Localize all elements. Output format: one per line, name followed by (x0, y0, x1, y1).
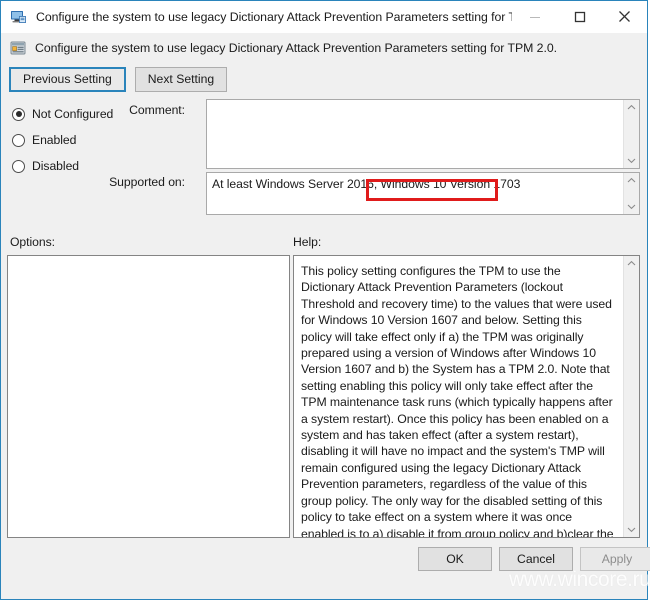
cancel-button[interactable]: Cancel (499, 547, 573, 571)
scroll-up-icon[interactable] (625, 175, 638, 186)
top-form-region: Not Configured Enabled Disabled Comment: (1, 96, 647, 230)
policy-setting-icon (10, 40, 26, 56)
scroll-up-icon[interactable] (625, 102, 638, 113)
scroll-up-icon[interactable] (625, 258, 638, 269)
help-panel-text: This policy setting configures the TPM t… (294, 256, 623, 537)
scroll-down-icon[interactable] (625, 201, 638, 212)
help-panel-scrollbar[interactable] (623, 256, 639, 537)
radio-enabled-label: Enabled (32, 133, 76, 147)
radio-disabled-mark[interactable] (12, 160, 25, 173)
window-controls (512, 1, 647, 33)
help-section-label: Help: (293, 235, 321, 249)
options-panel[interactable] (7, 255, 290, 538)
section-labels-row: Options: Help: (1, 230, 647, 255)
maximize-button[interactable] (557, 1, 602, 32)
next-setting-button[interactable]: Next Setting (135, 67, 227, 92)
policy-header-row: Configure the system to use legacy Dicti… (1, 33, 647, 62)
apply-button[interactable]: Apply (580, 547, 650, 571)
supported-on-scrollbar[interactable] (623, 173, 639, 214)
minimize-button[interactable] (512, 1, 557, 32)
comment-label: Comment: (105, 103, 185, 117)
radio-not-configured-mark[interactable] (12, 108, 25, 121)
help-panel: This policy setting configures the TPM t… (293, 255, 640, 538)
policy-header-title: Configure the system to use legacy Dicti… (35, 41, 557, 55)
supported-on-label: Supported on: (95, 175, 185, 189)
supported-on-value: At least Windows Server 2016, Windows 10… (207, 173, 623, 214)
window-title: Configure the system to use legacy Dicti… (36, 10, 512, 24)
radio-not-configured-label: Not Configured (32, 107, 113, 121)
options-panel-content (8, 256, 289, 537)
ok-button[interactable]: OK (418, 547, 492, 571)
comment-scrollbar[interactable] (623, 100, 639, 168)
radio-enabled-mark[interactable] (12, 134, 25, 147)
options-section-label: Options: (10, 235, 55, 249)
previous-setting-button[interactable]: Previous Setting (9, 67, 126, 92)
supported-on-field: At least Windows Server 2016, Windows 10… (206, 172, 640, 215)
radio-disabled-label: Disabled (32, 159, 79, 173)
dialog-footer: OK Cancel Apply (1, 538, 647, 588)
scroll-down-icon[interactable] (625, 524, 638, 535)
comment-textarea[interactable] (206, 99, 640, 169)
monitor-policy-icon (10, 9, 27, 25)
navigation-row: Previous Setting Next Setting (1, 62, 647, 96)
policy-setting-dialog: Configure the system to use legacy Dicti… (0, 0, 648, 600)
scroll-down-icon[interactable] (625, 155, 638, 166)
radio-enabled[interactable]: Enabled (12, 127, 132, 153)
close-button[interactable] (602, 1, 647, 32)
comment-value[interactable] (207, 100, 623, 168)
title-bar: Configure the system to use legacy Dicti… (1, 1, 647, 33)
panels-region: This policy setting configures the TPM t… (1, 255, 647, 538)
